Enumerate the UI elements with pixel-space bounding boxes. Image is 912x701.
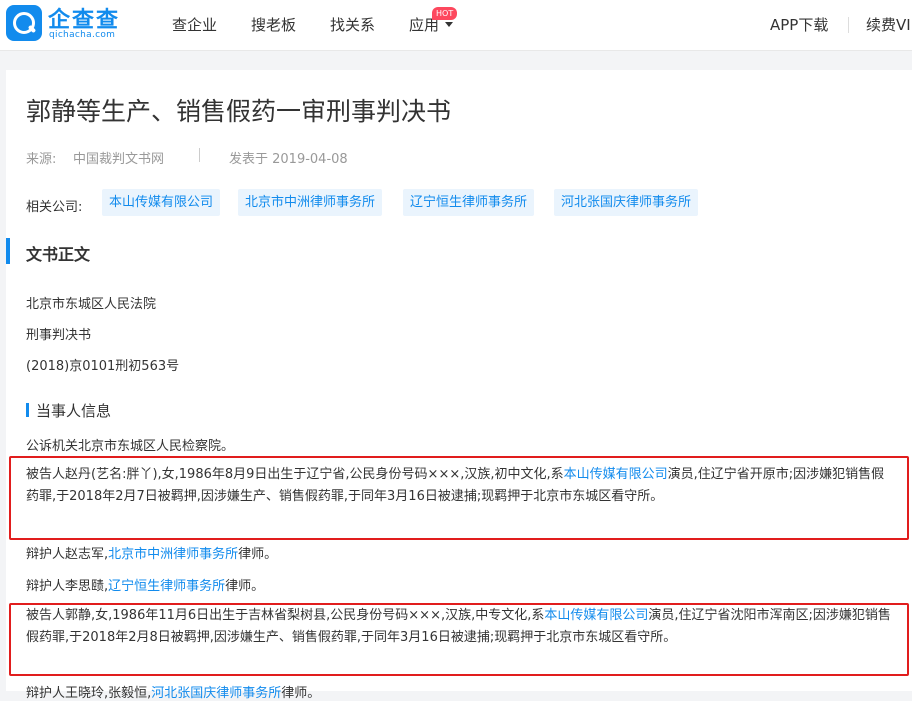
renew-vip-link[interactable]: 续费VI: [866, 14, 911, 35]
published-date: 发表于 2019-04-08: [229, 152, 348, 167]
parties-title: 当事人信息: [36, 402, 112, 420]
court-name: 北京市东城区人民法院: [26, 297, 157, 312]
app-download-link[interactable]: APP下载: [770, 14, 828, 35]
source-label: 来源:: [26, 152, 57, 167]
chevron-down-icon[interactable]: [445, 22, 453, 27]
related-company-tag[interactable]: 辽宁恒生律师事务所: [403, 189, 535, 216]
nav-find-relations[interactable]: 找关系: [330, 14, 375, 35]
nav-search-boss[interactable]: 搜老板: [251, 14, 296, 35]
company-link[interactable]: 本山传媒有限公司: [564, 467, 668, 482]
top-navigation-bar: 企查查 qichacha.com 查企业 搜老板 找关系 应用 HOT APP下…: [0, 0, 912, 51]
section-accent-bar: [6, 238, 10, 264]
defendant-2-paragraph: 被告人郭静,女,1986年11月6日出生于吉林省梨树县,公民身份号码×××,汉族…: [26, 608, 891, 645]
document-type: 刑事判决书: [26, 328, 92, 343]
defender-3-line: 辩护人王晓玲,张毅恒,河北张国庆律师事务所律师。: [26, 686, 321, 701]
prosecutor-line: 公诉机关北京市东城区人民检察院。: [26, 439, 235, 454]
law-firm-link[interactable]: 辽宁恒生律师事务所: [108, 579, 225, 594]
logo-domain: qichacha.com: [49, 30, 116, 40]
page-title: 郭静等生产、销售假药一审刑事判决书: [26, 97, 452, 126]
case-number: (2018)京0101刑初563号: [26, 359, 180, 374]
defender-2-line: 辩护人李思赜,辽宁恒生律师事务所律师。: [26, 579, 265, 594]
related-company-tag[interactable]: 北京市中洲律师事务所: [238, 189, 383, 216]
nav-divider: [848, 17, 849, 33]
defender-1-line: 辩护人赵志军,北京市中洲律师事务所律师。: [26, 547, 278, 562]
related-company-tag[interactable]: 本山传媒有限公司: [102, 189, 221, 216]
related-company-tag[interactable]: 河北张国庆律师事务所: [554, 189, 699, 216]
defendant-1-paragraph: 被告人赵丹(艺名:胖丫),女,1986年8月9日出生于辽宁省,公民身份号码×××…: [26, 467, 885, 504]
section-title: 文书正文: [26, 245, 91, 264]
source-value: 中国裁判文书网: [73, 152, 165, 167]
subsection-accent-bar: [26, 403, 29, 417]
hot-badge: HOT: [432, 7, 458, 20]
meta-divider: [199, 148, 200, 162]
law-firm-link[interactable]: 北京市中洲律师事务所: [108, 547, 238, 562]
related-companies-label: 相关公司:: [26, 200, 83, 215]
company-link[interactable]: 本山传媒有限公司: [544, 608, 648, 623]
qichacha-logo-icon[interactable]: [6, 5, 42, 41]
nav-search-company[interactable]: 查企业: [172, 14, 217, 35]
law-firm-link[interactable]: 河北张国庆律师事务所: [151, 686, 281, 701]
